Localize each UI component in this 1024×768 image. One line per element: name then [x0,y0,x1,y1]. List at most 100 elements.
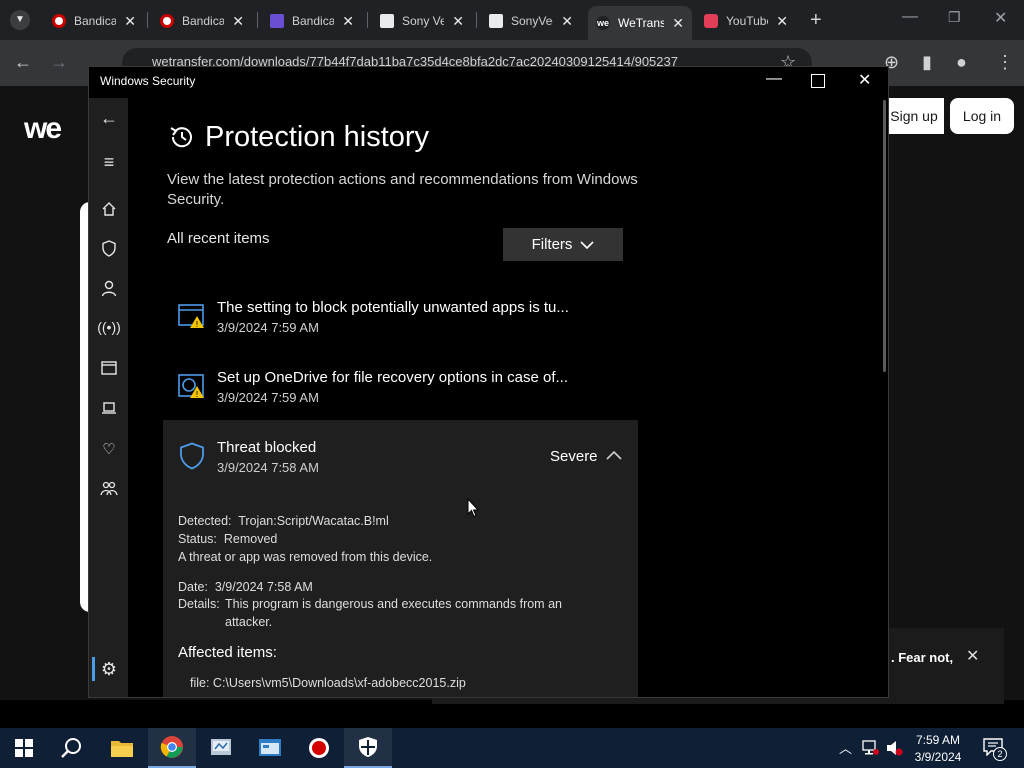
hamburger-menu-icon[interactable]: ≡ [95,152,123,173]
home-icon[interactable] [101,201,117,217]
record-icon [309,738,329,758]
close-tab-icon[interactable]: ✕ [776,13,788,30]
status-note: A threat or app was removed from this de… [178,550,433,564]
shield-icon [180,442,204,470]
close-browser-icon[interactable]: ✕ [994,8,1007,28]
onedrive-warning-icon: ! [178,374,204,399]
maximize-icon[interactable] [811,74,825,88]
tab-separator [147,12,148,28]
tab-label: Bandicam [182,14,225,28]
browser-tab[interactable]: Bandicam ✕ [44,8,144,34]
taskbar-file-explorer[interactable] [98,728,146,768]
taskbar-bandicam[interactable] [295,728,343,768]
toast-text: . Fear not, [891,650,954,665]
clock-time: 7:59 AM [915,733,961,747]
new-tab-icon[interactable]: + [810,9,822,32]
close-icon[interactable]: ✕ [858,70,871,90]
museum-icon [380,14,394,28]
item-date: 3/9/2024 7:58 AM [217,460,319,475]
browser-tab[interactable]: YouTube ✕ [696,8,796,34]
window-title: Windows Security [100,74,196,88]
browser-tab[interactable]: SonyVegas ✕ [481,8,581,34]
date-label: Date: [178,580,208,594]
close-tab-icon[interactable]: ✕ [232,13,244,30]
toast-close-icon[interactable]: ✕ [966,646,979,666]
close-tab-icon[interactable]: ✕ [342,13,354,30]
app-warning-icon: ! [178,304,204,329]
minimize-icon[interactable]: — [766,70,782,88]
details-label: Details: [178,597,220,611]
start-button[interactable] [0,728,48,768]
device-health-icon[interactable]: ♡ [95,440,123,458]
log-in-button[interactable]: Log in [950,98,1014,134]
taskbar-windows-security[interactable] [344,728,392,768]
side-panel-icon[interactable]: ▮ [922,52,932,73]
folder-icon [111,741,133,757]
detected-value: Trojan:Script/Wacatac.B!ml [238,514,389,528]
close-tab-icon[interactable]: ✕ [561,13,573,30]
browser-tab[interactable]: Bandicam ✕ [262,8,362,34]
profile-icon[interactable]: ● [956,52,967,73]
clock-date: 3/9/2024 [914,750,962,764]
taskbar-clock[interactable]: 7:59 AM 3/9/2024 [900,732,976,766]
history-icon [170,127,192,148]
item-title: The setting to block potentially unwante… [217,299,569,316]
chrome-menu-icon[interactable]: ⋮ [996,52,1014,73]
shield-nav-icon[interactable] [101,240,117,257]
date-value: 3/9/2024 7:58 AM [214,580,313,594]
wetransfer-logo[interactable]: we [24,112,62,146]
taskbar-chrome[interactable] [148,728,196,768]
chevron-up-icon[interactable] [606,450,622,460]
firewall-network-icon[interactable]: ((•)) [95,319,123,335]
affected-items-heading: Affected items: [178,644,277,661]
scrollbar-thumb[interactable] [883,100,886,372]
threat-title[interactable]: Threat blocked [217,439,316,456]
tab-search-icon[interactable]: ▼ [10,10,30,30]
network-icon[interactable] [862,740,880,756]
close-tab-icon[interactable]: ✕ [124,13,136,30]
tray-overflow-icon[interactable]: ︿ [839,738,852,757]
account-icon[interactable] [101,280,117,297]
page-description: View the latest protection actions and r… [167,171,638,208]
search-icon [61,738,81,758]
chevron-down-icon [580,240,594,249]
settings-gear-icon[interactable]: ⚙ [95,659,123,680]
browser-tab[interactable]: Bandicam ✕ [152,8,252,34]
sign-up-button[interactable]: Sign up [884,98,944,134]
family-options-icon[interactable] [100,481,118,497]
detected-label: Detected: [178,514,232,528]
svg-text:!: ! [195,320,198,329]
control-panel-icon [211,739,231,755]
item-title: Set up OneDrive for file recovery option… [217,369,568,386]
severity-label: Severe [550,448,598,465]
wetransfer-icon: we [596,16,610,30]
close-tab-icon[interactable]: ✕ [452,13,464,30]
search-button[interactable] [48,728,96,768]
taskbar-app[interactable] [197,728,245,768]
filters-button[interactable]: Filters [503,228,623,261]
restore-browser-icon[interactable]: ❐ [948,9,961,26]
details-line: attacker. [225,615,273,629]
taskbar-app[interactable] [246,728,294,768]
forward-icon[interactable]: → [50,52,68,73]
affected-file: file: C:\Users\vm5\Downloads\xf-adobecc2… [190,676,466,690]
tab-separator [367,12,368,28]
tab-label: SonyVegas [511,14,553,28]
detected-row: Detected: Trojan:Script/Wacatac.B!ml [178,514,389,528]
date-row: Date: 3/9/2024 7:58 AM [178,580,313,594]
details-line: This program is dangerous and executes c… [225,597,562,611]
status-value: Removed [223,532,278,546]
network-window-icon [259,739,281,756]
status-label: Status: [178,532,217,546]
back-icon[interactable]: ← [14,52,32,73]
browser-tab-active[interactable]: we WeTransfer ✕ [588,6,692,40]
bandicam-icon [52,14,66,28]
app-browser-control-icon[interactable] [101,361,117,375]
close-tab-icon[interactable]: ✕ [672,15,684,32]
device-security-icon[interactable] [101,402,117,414]
minimize-browser-icon[interactable]: — [902,8,918,26]
back-arrow-icon[interactable]: ← [95,108,123,129]
browser-tab[interactable]: Sony Vegas ✕ [372,8,472,34]
notification-badge: 2 [993,747,1007,761]
sign-up-label: Sign up [890,108,938,124]
